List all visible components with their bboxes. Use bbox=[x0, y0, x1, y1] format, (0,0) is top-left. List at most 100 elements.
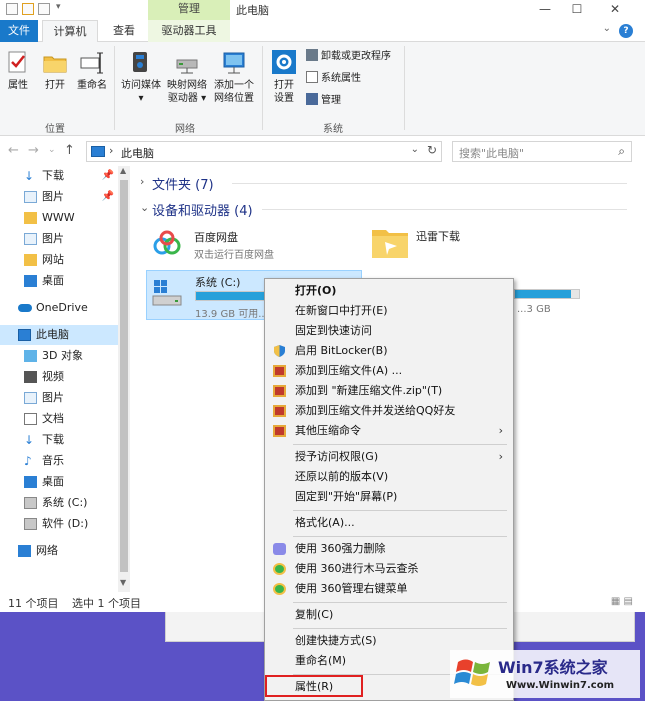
menu-item-copy[interactable]: 复制(C) bbox=[265, 605, 513, 625]
winrar-icon bbox=[273, 425, 286, 437]
nav-item-pictures-2[interactable]: 图片 bbox=[0, 229, 118, 249]
tab-view[interactable]: 查看 bbox=[104, 20, 144, 42]
menu-item-open[interactable]: 打开(O) bbox=[265, 281, 513, 301]
search-icon[interactable]: ⌕ bbox=[618, 144, 625, 159]
menu-item-pin-start[interactable]: 固定到"开始"屏幕(P) bbox=[265, 487, 513, 507]
open-settings-button[interactable]: 打开 设置 bbox=[268, 48, 300, 105]
menu-item-360-manage[interactable]: 使用 360管理右键菜单 bbox=[265, 579, 513, 599]
menu-item-restore-versions[interactable]: 还原以前的版本(V) bbox=[265, 467, 513, 487]
rename-button[interactable]: 重命名 bbox=[74, 48, 110, 92]
menu-item-360-scan[interactable]: 使用 360进行木马云查杀 bbox=[265, 559, 513, 579]
nav-item-desktop[interactable]: 桌面 bbox=[0, 271, 118, 291]
shredder-icon bbox=[273, 543, 286, 555]
pin-icon[interactable]: 📌 bbox=[102, 187, 114, 207]
quick-access-check-icon[interactable] bbox=[22, 3, 34, 15]
winrar-icon bbox=[273, 405, 286, 417]
quick-access-new-folder-icon[interactable] bbox=[38, 3, 50, 15]
folders-section-header[interactable]: 文件夹 (7) bbox=[152, 174, 214, 193]
manage-button[interactable]: 管理 bbox=[306, 92, 341, 110]
menu-separator bbox=[293, 536, 507, 537]
nav-item-3d-objects[interactable]: 3D 对象 bbox=[0, 346, 118, 366]
collapse-chevron-icon[interactable]: ⌄ bbox=[140, 201, 149, 214]
forward-arrow-icon[interactable]: → bbox=[28, 143, 39, 158]
xunlei-folder-icon bbox=[372, 230, 408, 258]
scroll-down-icon[interactable]: ▼ bbox=[120, 578, 126, 587]
tab-drive-tools[interactable]: 驱动器工具 bbox=[148, 20, 230, 42]
system-properties-button[interactable]: 系统属性 bbox=[306, 70, 361, 88]
xunlei-download-item[interactable]: 迅雷下载 bbox=[368, 222, 588, 266]
add-network-location-button[interactable]: 添加一个 网络位置 bbox=[210, 48, 258, 105]
breadcrumb-chevron-icon[interactable]: › bbox=[109, 144, 113, 157]
nav-item-documents[interactable]: 文档 bbox=[0, 409, 118, 429]
nav-item-drive-c[interactable]: 系统 (C:) bbox=[0, 493, 118, 513]
menu-item-add-send-qq[interactable]: 添加到压缩文件并发送给QQ好友 bbox=[265, 401, 513, 421]
nav-scrollbar[interactable]: ▲ ▼ bbox=[118, 166, 130, 592]
properties-button[interactable]: 属性 bbox=[4, 48, 32, 92]
minimize-button[interactable]: — bbox=[530, 0, 560, 20]
address-dropdown-icon[interactable]: ⌄ bbox=[411, 144, 419, 155]
nav-item-this-pc[interactable]: 此电脑 bbox=[0, 325, 118, 345]
quick-access-properties-icon[interactable] bbox=[6, 3, 18, 15]
nav-item-music[interactable]: ♪ 音乐 bbox=[0, 451, 118, 471]
pin-icon[interactable]: 📌 bbox=[102, 166, 114, 186]
uninstall-program-button[interactable]: 卸载或更改程序 bbox=[306, 48, 391, 66]
search-box[interactable]: 搜索"此电脑" ⌕ bbox=[452, 141, 632, 162]
drive-d-free-space: ...3 GB bbox=[517, 304, 551, 315]
menu-item-other-compress[interactable]: 其他压缩命令 › bbox=[265, 421, 513, 441]
menu-item-open-new-window[interactable]: 在新窗口中打开(E) bbox=[265, 301, 513, 321]
nav-item-pictures-pinned[interactable]: 图片 📌 bbox=[0, 187, 118, 207]
help-icon[interactable]: ? bbox=[619, 24, 633, 38]
tab-computer[interactable]: 计算机 bbox=[42, 20, 98, 43]
menu-label: 添加到 "新建压缩文件.zip"(T) bbox=[295, 384, 443, 397]
nav-label: 视频 bbox=[42, 370, 64, 383]
menu-item-format[interactable]: 格式化(A)... bbox=[265, 513, 513, 533]
map-network-drive-button[interactable]: 映射网络 驱动器 ▾ bbox=[164, 48, 210, 105]
open-button[interactable]: 打开 bbox=[40, 48, 70, 92]
scroll-thumb[interactable] bbox=[120, 180, 128, 572]
menu-label: 使用 360管理右键菜单 bbox=[295, 582, 408, 595]
drive-d-usage-fill bbox=[515, 290, 572, 298]
baidu-netdisk-item[interactable]: 百度网盘 双击运行百度网盘 bbox=[148, 226, 358, 266]
search-placeholder: 搜索"此电脑" bbox=[459, 147, 525, 160]
menu-label: 格式化(A)... bbox=[295, 516, 355, 529]
quick-access-dropdown-icon[interactable]: ▾ bbox=[56, 2, 61, 12]
menu-item-add-archive[interactable]: 添加到压缩文件(A) ... bbox=[265, 361, 513, 381]
menu-item-pin-quick-access[interactable]: 固定到快速访问 bbox=[265, 321, 513, 341]
nav-label: 图片 bbox=[42, 190, 64, 203]
scroll-up-icon[interactable]: ▲ bbox=[120, 166, 126, 175]
menu-item-grant-access[interactable]: 授予访问权限(G) › bbox=[265, 447, 513, 467]
back-arrow-icon[interactable]: ← bbox=[8, 143, 19, 158]
nav-item-downloads-pinned[interactable]: ↓ 下载 📌 bbox=[0, 166, 118, 186]
maximize-button[interactable]: ☐ bbox=[562, 0, 592, 20]
nav-item-www[interactable]: WWW bbox=[0, 208, 118, 228]
expand-chevron-icon[interactable]: › bbox=[140, 175, 144, 188]
group-label-system: 系统 bbox=[323, 124, 343, 135]
drive-icon bbox=[24, 518, 37, 530]
up-arrow-icon[interactable]: ↑ bbox=[64, 143, 75, 158]
menu-item-360-delete[interactable]: 使用 360强力删除 bbox=[265, 539, 513, 559]
nav-item-desktop-2[interactable]: 桌面 bbox=[0, 472, 118, 492]
nav-item-videos[interactable]: 视频 bbox=[0, 367, 118, 387]
recent-locations-icon[interactable]: ⌄ bbox=[48, 145, 56, 155]
access-media-button[interactable]: 访问媒体 ▾ bbox=[118, 48, 164, 105]
tab-file[interactable]: 文件 bbox=[0, 20, 38, 42]
close-button[interactable]: ✕ bbox=[600, 0, 630, 20]
view-toggle-icons[interactable]: ▦ ▤ bbox=[611, 596, 633, 607]
pictures-icon bbox=[24, 392, 37, 404]
devices-section-header[interactable]: 设备和驱动器 (4) bbox=[152, 200, 253, 219]
menu-item-bitlocker[interactable]: 启用 BitLocker(B) bbox=[265, 341, 513, 361]
logo-url: Www.Winwin7.com bbox=[506, 680, 615, 691]
menu-item-add-zip[interactable]: 添加到 "新建压缩文件.zip"(T) bbox=[265, 381, 513, 401]
ribbon-collapse-icon[interactable]: ⌄ bbox=[603, 23, 611, 34]
refresh-icon[interactable]: ↻ bbox=[427, 143, 437, 157]
nav-item-drive-d[interactable]: 软件 (D:) bbox=[0, 514, 118, 534]
nav-item-downloads[interactable]: ↓ 下载 bbox=[0, 430, 118, 450]
address-bar[interactable]: › 此电脑 ⌄ ↻ bbox=[86, 141, 442, 162]
nav-item-website[interactable]: 网站 bbox=[0, 250, 118, 270]
nav-item-onedrive[interactable]: OneDrive bbox=[0, 298, 118, 318]
menu-item-create-shortcut[interactable]: 创建快捷方式(S) bbox=[265, 631, 513, 651]
properties-icon bbox=[8, 51, 26, 73]
nav-item-network[interactable]: 网络 bbox=[0, 541, 118, 561]
menu-separator bbox=[293, 510, 507, 511]
nav-item-pictures-3[interactable]: 图片 bbox=[0, 388, 118, 408]
